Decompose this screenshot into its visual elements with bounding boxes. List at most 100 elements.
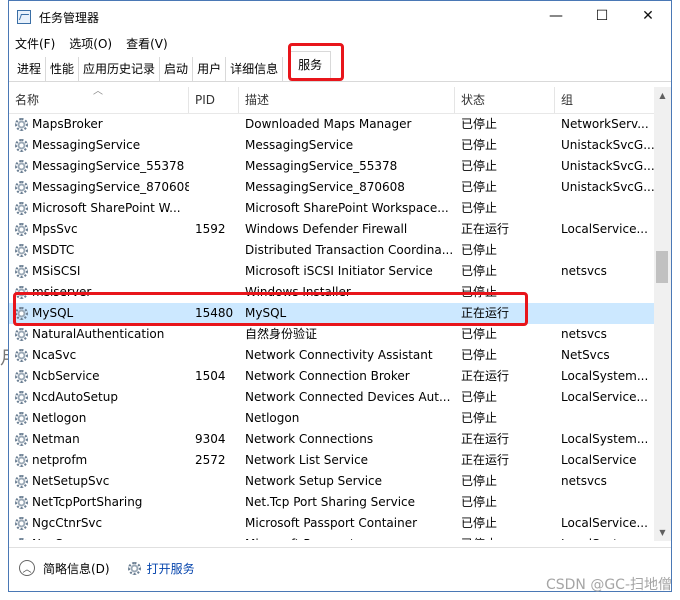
table-row[interactable]: msiserver Windows Installer 已停止 (9, 282, 655, 303)
table-row[interactable]: NetSetupSvc Network Setup Service 已停止 netsv… (9, 471, 655, 492)
service-pid (189, 345, 239, 366)
window-title: 任务管理器 (39, 10, 100, 25)
service-gear-icon (15, 244, 28, 257)
column-description[interactable]: 描述 (239, 87, 455, 113)
table-row[interactable]: NetTcpPortSharing Net.Tcp Port Sharing Se… (9, 492, 655, 513)
service-name: Netman (32, 432, 80, 446)
service-description: MySQL (245, 306, 287, 320)
column-name[interactable]: ︿ 名称 (9, 86, 189, 113)
tab-services[interactable]: 服务 (289, 51, 332, 81)
service-pid (189, 387, 239, 408)
table-row[interactable]: NgcSvc Microsoft Passport已停止LocalSystem..… (9, 534, 655, 540)
service-gear-icon (15, 223, 28, 236)
tab-processes[interactable]: 进程 (13, 57, 47, 81)
table-row[interactable]: NgcCtnrSvc Microsoft Passport Container 已停… (9, 513, 655, 534)
service-pid (189, 261, 239, 282)
tab-startup[interactable]: 启动 (160, 57, 194, 81)
service-pid: 15480 (195, 306, 234, 320)
service-pid (189, 282, 239, 303)
column-status[interactable]: 状态 (455, 87, 555, 113)
service-gear-icon (15, 391, 28, 404)
service-group: NetworkServ... (561, 117, 649, 131)
table-row[interactable]: MSDTC Distributed Transaction Coordina...… (9, 240, 655, 261)
column-pid[interactable]: PID (189, 87, 239, 113)
gear-icon (127, 561, 141, 575)
table-row[interactable]: netprofm 2572 Network List Service 正在运行 Loca… (9, 450, 655, 471)
table-row[interactable]: MessagingService_870608 MessagingService_… (9, 177, 655, 198)
service-group (555, 408, 655, 429)
task-manager-icon (17, 10, 31, 24)
table-row[interactable]: Microsoft SharePoint W... Microsoft Share… (9, 198, 655, 219)
service-group: netsvcs (561, 474, 607, 488)
tab-users[interactable]: 用户 (193, 57, 227, 81)
scrollbar-thumb[interactable] (656, 251, 668, 283)
service-pid (189, 114, 239, 135)
service-status: 正在运行 (461, 369, 510, 383)
service-group: LocalSystem... (555, 534, 655, 540)
table-row[interactable]: MapsBroker Downloaded Maps Manager 已停止 Netw… (9, 114, 655, 135)
service-name: MSDTC (32, 243, 75, 257)
service-name: netprofm (32, 453, 88, 467)
service-pid (189, 156, 239, 177)
tab-performance[interactable]: 性能 (46, 57, 80, 81)
service-group: NetSvcs (561, 348, 610, 362)
menu-view[interactable]: 查看(V) (126, 35, 168, 52)
service-name-cell: MessagingService_870608 (9, 177, 189, 198)
chevron-up-icon[interactable]: ︿ (19, 560, 35, 576)
service-description: MessagingService_55378 (245, 159, 398, 173)
service-description: Network Connections (245, 432, 374, 446)
tab-app-history[interactable]: 应用历史记录 (79, 57, 161, 81)
service-name-cell: MSiSCSI (9, 261, 189, 282)
minimize-button[interactable]: — (533, 1, 579, 31)
table-row[interactable]: NcaSvc Network Connectivity Assistant 已停止 N… (9, 345, 655, 366)
menu-file[interactable]: 文件(F) (15, 35, 55, 52)
table-row[interactable]: Netlogon Netlogon 已停止 (9, 408, 655, 429)
service-description: Distributed Transaction Coordina... (245, 243, 454, 257)
service-group: LocalService... (561, 516, 648, 530)
service-name: MSiSCSI (32, 264, 81, 278)
service-name: NcbService (32, 369, 100, 383)
scroll-down-icon[interactable]: ▼ (654, 524, 671, 541)
service-name-cell: Netlogon (9, 408, 189, 429)
service-name-cell: MpsSvc (9, 219, 189, 240)
table-row[interactable]: NcbService 1504 Network Connection Broker 正… (9, 366, 655, 387)
open-services-label: 打开服务 (146, 561, 195, 576)
open-services-link[interactable]: 打开服务 (127, 560, 195, 577)
service-name-cell: NetSetupSvc (9, 471, 189, 492)
service-name: NetTcpPortSharing (32, 495, 143, 509)
service-group (555, 198, 655, 219)
table-row[interactable]: NaturalAuthentication 自然身份验证 已停止 netsvcs (9, 324, 655, 345)
service-pid (189, 408, 239, 429)
fewer-details-button[interactable]: 简略信息(D) (43, 560, 110, 577)
service-description: 自然身份验证 (245, 327, 318, 341)
maximize-button[interactable]: ☐ (579, 1, 625, 31)
service-gear-icon (15, 160, 28, 173)
menu-options[interactable]: 选项(O) (69, 35, 112, 52)
table-row[interactable]: MySQL 15480 MySQL 正在运行 (9, 303, 655, 324)
service-group: LocalSystem... (561, 432, 649, 446)
service-group (555, 240, 655, 261)
table-row[interactable]: MpsSvc 1592 Windows Defender Firewall 正在运行 L… (9, 219, 655, 240)
table-row[interactable]: MessagingService MessagingService 已停止 Unist… (9, 135, 655, 156)
service-pid (189, 513, 239, 534)
scroll-up-icon[interactable]: ▲ (654, 87, 671, 104)
vertical-scrollbar[interactable]: ▲ ▼ (654, 87, 671, 541)
service-name-cell: netprofm (9, 450, 189, 471)
table-row[interactable]: Netman 9304 Network Connections 正在运行 LocalSy… (9, 429, 655, 450)
service-pid: 1504 (195, 369, 226, 383)
close-button[interactable]: ✕ (625, 1, 671, 31)
table-row[interactable]: NcdAutoSetup Network Connected Devices Au… (9, 387, 655, 408)
service-gear-icon (15, 328, 28, 341)
service-group: LocalService (561, 453, 637, 467)
service-description: MessagingService_870608 (245, 180, 405, 194)
service-pid: 1592 (195, 222, 226, 236)
background-strip (0, 0, 8, 600)
column-group[interactable]: 组 (555, 87, 655, 113)
service-pid: 2572 (195, 453, 226, 467)
table-row[interactable]: MSiSCSI Microsoft iSCSI Initiator Service… (9, 261, 655, 282)
table-row[interactable]: MessagingService_55378 MessagingService_5… (9, 156, 655, 177)
service-gear-icon (15, 286, 28, 299)
service-group: LocalService... (561, 390, 648, 404)
tab-details[interactable]: 详细信息 (226, 57, 284, 81)
service-gear-icon (15, 181, 28, 194)
